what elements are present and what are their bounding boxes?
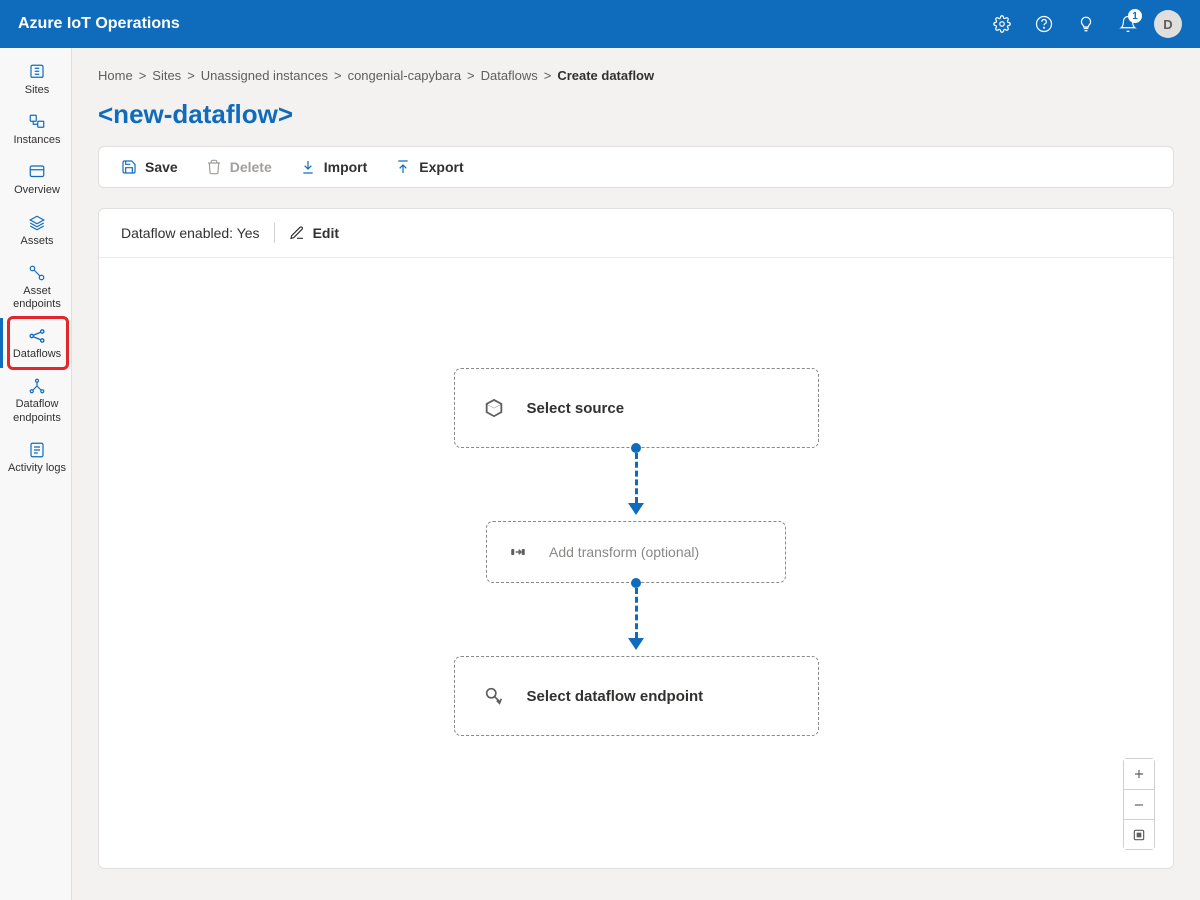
- connector-arrow: [628, 503, 644, 515]
- notifications-button[interactable]: 1: [1108, 4, 1148, 44]
- sidebar-item-label: Instances: [13, 134, 60, 147]
- source-node[interactable]: Select source: [454, 368, 819, 448]
- help-button[interactable]: [1024, 4, 1064, 44]
- sidebar-item-label: Assets: [20, 235, 53, 248]
- notification-badge: 1: [1128, 9, 1142, 23]
- transform-label: Add transform (optional): [549, 544, 699, 560]
- endpoint-node[interactable]: Select dataflow endpoint: [454, 656, 819, 736]
- assets-icon: [28, 214, 46, 232]
- save-button[interactable]: Save: [121, 159, 178, 175]
- zoom-out-button[interactable]: [1124, 789, 1154, 819]
- connector-dot: [631, 578, 641, 588]
- edit-label: Edit: [313, 225, 339, 241]
- cube-icon: [483, 397, 505, 419]
- avatar[interactable]: D: [1154, 10, 1182, 38]
- connector: [631, 448, 641, 515]
- breadcrumb-current: Create dataflow: [557, 68, 654, 83]
- toolbar-card: Save Delete Import Export: [98, 146, 1174, 188]
- sidebar-item-assets[interactable]: Assets: [0, 205, 71, 255]
- export-icon: [395, 159, 411, 175]
- activity-logs-icon: [28, 441, 46, 459]
- status-bar: Dataflow enabled: Yes Edit: [99, 209, 1173, 258]
- dataflow-enabled-status: Dataflow enabled: Yes: [121, 225, 260, 241]
- import-icon: [300, 159, 316, 175]
- export-label: Export: [419, 159, 463, 175]
- export-button[interactable]: Export: [395, 159, 463, 175]
- zoom-fit-button[interactable]: [1124, 819, 1154, 849]
- insights-button[interactable]: [1066, 4, 1106, 44]
- sidebar-item-sites[interactable]: Sites: [0, 54, 71, 104]
- dataflow-canvas[interactable]: Select source Add transform (optional): [99, 258, 1173, 868]
- sidebar-item-label: Dataflow endpoints: [5, 398, 69, 424]
- connector-arrow: [628, 638, 644, 650]
- import-button[interactable]: Import: [300, 159, 368, 175]
- fit-icon: [1132, 828, 1146, 842]
- connector-dot: [631, 443, 641, 453]
- breadcrumb-link[interactable]: Sites: [152, 68, 181, 83]
- dataflows-icon: [28, 327, 46, 345]
- divider: [274, 223, 275, 243]
- sidebar-item-dataflows[interactable]: Dataflows: [0, 318, 71, 368]
- plus-icon: [1132, 767, 1146, 781]
- zoom-in-button[interactable]: [1124, 759, 1154, 789]
- header-actions: 1 D: [982, 4, 1182, 44]
- edit-icon: [289, 225, 305, 241]
- transform-node[interactable]: Add transform (optional): [486, 521, 786, 583]
- sidebar-item-label: Dataflows: [13, 348, 61, 361]
- sites-icon: [28, 63, 46, 81]
- sidebar-item-overview[interactable]: Overview: [0, 154, 71, 204]
- breadcrumb-link[interactable]: Home: [98, 68, 133, 83]
- zoom-controls: [1123, 758, 1155, 850]
- delete-button: Delete: [206, 159, 272, 175]
- minus-icon: [1132, 798, 1146, 812]
- app-title: Azure IoT Operations: [18, 15, 180, 33]
- endpoint-icon: [483, 685, 505, 707]
- gear-icon: [993, 15, 1011, 33]
- connector: [631, 583, 641, 650]
- connector-line: [635, 588, 638, 638]
- endpoint-label: Select dataflow endpoint: [527, 688, 704, 705]
- delete-icon: [206, 159, 222, 175]
- toolbar: Save Delete Import Export: [99, 147, 1173, 187]
- main-content: Home> Sites> Unassigned instances> conge…: [72, 48, 1200, 900]
- lightbulb-icon: [1077, 15, 1095, 33]
- overview-icon: [28, 163, 46, 181]
- sidebar-item-asset-endpoints[interactable]: Asset endpoints: [0, 255, 71, 318]
- source-label: Select source: [527, 400, 625, 417]
- sidebar-item-label: Overview: [14, 184, 60, 197]
- breadcrumb: Home> Sites> Unassigned instances> conge…: [98, 68, 1174, 83]
- breadcrumb-link[interactable]: congenial-capybara: [348, 68, 461, 83]
- sidebar: Sites Instances Overview Assets Asset en…: [0, 48, 72, 900]
- help-icon: [1035, 15, 1053, 33]
- canvas-wrap: Select source Add transform (optional): [99, 258, 1173, 868]
- asset-endpoints-icon: [28, 264, 46, 282]
- sidebar-item-label: Sites: [25, 84, 49, 97]
- sidebar-item-dataflow-endpoints[interactable]: Dataflow endpoints: [0, 368, 71, 431]
- save-label: Save: [145, 159, 178, 175]
- connector-line: [635, 453, 638, 503]
- app-header: Azure IoT Operations 1 D: [0, 0, 1200, 48]
- delete-label: Delete: [230, 159, 272, 175]
- edit-button[interactable]: Edit: [289, 225, 339, 241]
- sidebar-item-label: Asset endpoints: [5, 285, 69, 311]
- sidebar-item-instances[interactable]: Instances: [0, 104, 71, 154]
- breadcrumb-link[interactable]: Dataflows: [481, 68, 538, 83]
- page-title: <new-dataflow>: [98, 99, 1174, 130]
- transform-icon: [509, 543, 527, 561]
- sidebar-item-label: Activity logs: [8, 462, 66, 475]
- breadcrumb-link[interactable]: Unassigned instances: [201, 68, 328, 83]
- sidebar-item-activity-logs[interactable]: Activity logs: [0, 432, 71, 482]
- instances-icon: [28, 113, 46, 131]
- import-label: Import: [324, 159, 368, 175]
- dataflow-endpoints-icon: [28, 377, 46, 395]
- settings-button[interactable]: [982, 4, 1022, 44]
- canvas-card: Dataflow enabled: Yes Edit Select source: [98, 208, 1174, 869]
- save-icon: [121, 159, 137, 175]
